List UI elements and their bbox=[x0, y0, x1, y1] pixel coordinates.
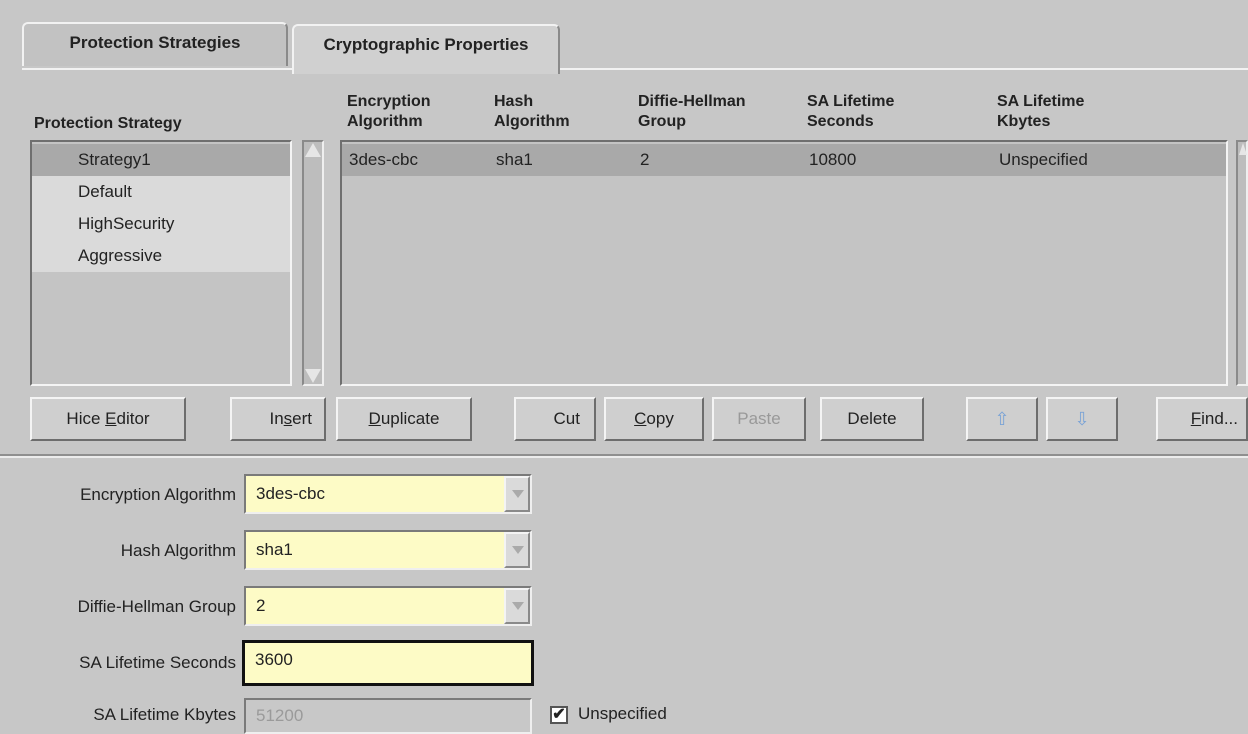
table-cell: 3des-cbc bbox=[349, 150, 418, 169]
diffie-hellman-group-label: Diffie-Hellman Group bbox=[77, 597, 236, 616]
header-line: Kbytes bbox=[997, 113, 1051, 130]
table-row[interactable]: 3des-cbc sha1 2 10800 Unspecified bbox=[342, 144, 1226, 176]
unspecified-label: Unspecified bbox=[578, 704, 667, 723]
protection-strategy-header: Protection Strategy bbox=[34, 115, 182, 132]
section-divider bbox=[0, 454, 1248, 458]
list-item-label: Aggressive bbox=[78, 246, 163, 265]
properties-table[interactable]: 3des-cbc sha1 2 10800 Unspecified bbox=[340, 140, 1228, 386]
button-mnemonic: F bbox=[1190, 409, 1202, 428]
header-line: Encryption bbox=[347, 93, 431, 110]
field-value: 3600 bbox=[255, 650, 293, 669]
button-label: ind... bbox=[1201, 409, 1238, 428]
hash-algorithm-header: Hash Algorithm bbox=[494, 92, 570, 132]
sa-lifetime-seconds-label: SA Lifetime Seconds bbox=[79, 653, 236, 672]
arrow-up-icon: ⇧ bbox=[994, 409, 1010, 429]
button-label: ditor bbox=[116, 409, 150, 428]
paste-button[interactable]: Paste bbox=[712, 397, 806, 441]
button-label: uplicate bbox=[380, 409, 440, 428]
strategy-list[interactable]: Strategy1 Default HighSecurity Aggressiv… bbox=[30, 140, 292, 386]
hice-editor-button[interactable]: Hice Editor bbox=[30, 397, 186, 441]
list-item[interactable]: Strategy1 bbox=[32, 144, 290, 176]
dropdown-arrow-icon[interactable] bbox=[504, 532, 530, 568]
scroll-up-arrow-icon[interactable] bbox=[1239, 143, 1247, 155]
diffie-hellman-header: Diffie-Hellman Group bbox=[638, 92, 746, 132]
header-line: Algorithm bbox=[347, 113, 423, 130]
button-label: opy bbox=[646, 409, 674, 428]
field-value: sha1 bbox=[256, 540, 293, 559]
delete-button[interactable]: Delete bbox=[820, 397, 924, 441]
tab-cryptographic-properties[interactable]: Cryptographic Properties bbox=[292, 24, 560, 74]
header-line: SA Lifetime bbox=[997, 93, 1085, 110]
dropdown-arrow-icon[interactable] bbox=[504, 476, 530, 512]
diffie-hellman-group-select[interactable]: 2 bbox=[244, 586, 532, 626]
header-line: Seconds bbox=[807, 113, 874, 130]
table-cell: sha1 bbox=[496, 150, 533, 169]
header-line: Group bbox=[638, 113, 686, 130]
header-line: Hash bbox=[494, 93, 534, 110]
sa-lifetime-seconds-header: SA Lifetime Seconds bbox=[807, 92, 894, 132]
scroll-down-arrow-icon[interactable] bbox=[305, 369, 321, 383]
cut-button[interactable]: Cut bbox=[514, 397, 596, 441]
sa-lifetime-seconds-input[interactable]: 3600 bbox=[242, 640, 534, 686]
encryption-algorithm-select[interactable]: 3des-cbc bbox=[244, 474, 532, 514]
table-cell: 10800 bbox=[809, 150, 857, 169]
sa-lifetime-kbytes-label: SA Lifetime Kbytes bbox=[93, 705, 236, 724]
tab-bar-line bbox=[22, 68, 1248, 70]
hash-algorithm-select[interactable]: sha1 bbox=[244, 530, 532, 570]
tab-label: Protection Strategies bbox=[69, 33, 241, 52]
move-up-button[interactable]: ⇧ bbox=[966, 397, 1038, 441]
field-value: 51200 bbox=[256, 706, 304, 725]
list-item-label: Strategy1 bbox=[78, 150, 151, 169]
strategy-list-scrollbar[interactable] bbox=[302, 140, 324, 386]
list-item[interactable]: Default bbox=[32, 176, 290, 208]
button-mnemonic: s bbox=[283, 409, 293, 428]
header-line: SA Lifetime bbox=[807, 93, 895, 110]
button-mnemonic: E bbox=[105, 409, 117, 428]
list-item-label: HighSecurity bbox=[78, 214, 175, 233]
sa-lifetime-kbytes-header: SA Lifetime Kbytes bbox=[997, 92, 1084, 132]
move-down-button[interactable]: ⇩ bbox=[1046, 397, 1118, 441]
list-item[interactable]: HighSecurity bbox=[32, 208, 290, 240]
button-mnemonic: C bbox=[634, 409, 647, 428]
button-label: ert bbox=[292, 409, 312, 428]
copy-button[interactable]: Copy bbox=[604, 397, 704, 441]
button-label: In bbox=[269, 409, 284, 428]
encryption-algorithm-label: Encryption Algorithm bbox=[80, 485, 236, 504]
duplicate-button[interactable]: Duplicate bbox=[336, 397, 472, 441]
header-line: Diffie-Hellman bbox=[638, 93, 746, 110]
table-cell: 2 bbox=[640, 150, 650, 169]
hash-algorithm-label: Hash Algorithm bbox=[120, 541, 236, 560]
dropdown-arrow-icon[interactable] bbox=[504, 588, 530, 624]
insert-button[interactable]: Insert bbox=[230, 397, 326, 441]
button-mnemonic: D bbox=[368, 409, 381, 428]
header-line: Algorithm bbox=[494, 113, 570, 130]
field-value: 3des-cbc bbox=[256, 484, 325, 503]
scroll-up-arrow-icon[interactable] bbox=[305, 143, 321, 157]
unspecified-checkbox[interactable]: ✔ bbox=[550, 706, 568, 724]
find-button[interactable]: Find... bbox=[1156, 397, 1248, 441]
sa-lifetime-kbytes-input[interactable]: 51200 bbox=[244, 698, 532, 734]
field-value: 2 bbox=[256, 596, 266, 615]
button-label: Hice bbox=[66, 409, 106, 428]
list-item-label: Default bbox=[78, 182, 132, 201]
table-cell: Unspecified bbox=[999, 150, 1088, 169]
properties-table-scrollbar[interactable] bbox=[1236, 140, 1248, 386]
tab-protection-strategies[interactable]: Protection Strategies bbox=[22, 22, 288, 66]
tab-label: Cryptographic Properties bbox=[323, 35, 529, 54]
encryption-algorithm-header: Encryption Algorithm bbox=[347, 92, 431, 132]
arrow-down-icon: ⇩ bbox=[1074, 409, 1090, 429]
list-item[interactable]: Aggressive bbox=[32, 240, 290, 272]
